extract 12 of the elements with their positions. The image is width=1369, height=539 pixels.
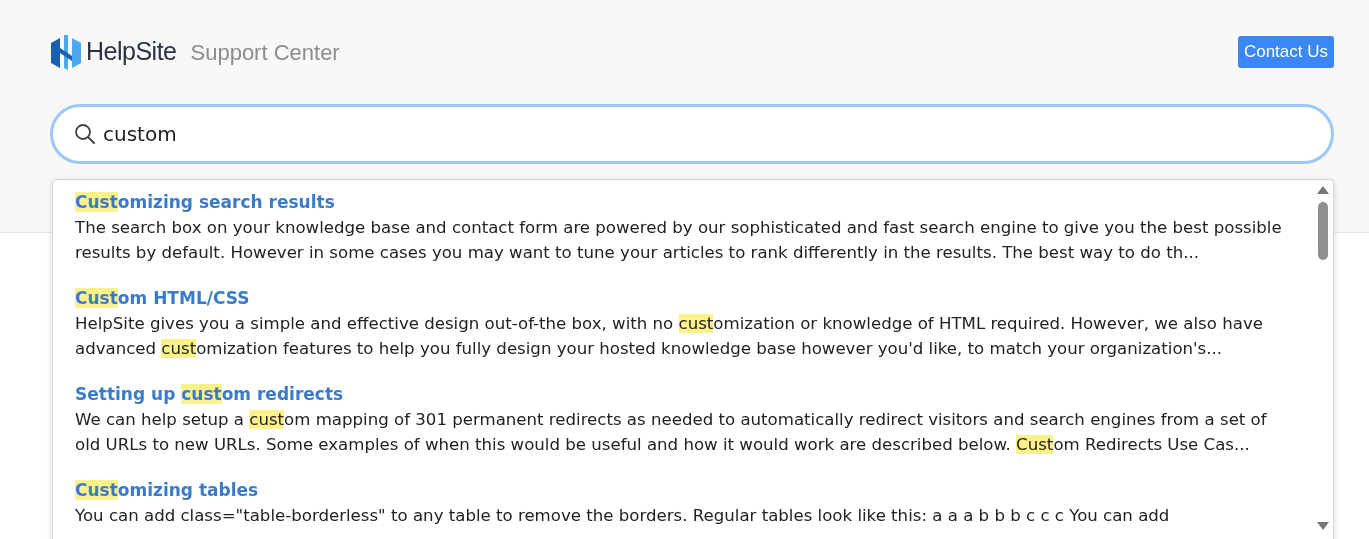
brand-name: HelpSite — [86, 36, 177, 68]
contact-button[interactable]: Contact Us — [1237, 36, 1334, 68]
search-field[interactable]: custom — [50, 104, 1334, 164]
scroll-down-icon[interactable] — [1316, 521, 1330, 531]
result-snippet: The search box on your knowledge base and contact form are powered by our sophisticated and fast search engine to give you the best possible results by default. However in some cases you may want to tune your articles to rank differently in the results. The best way to do th... — [75, 217, 1283, 264]
result-snippet: We can help setup a custom mapping of 301 permanent redirects as needed to automatically redirect visitors and search engines from a set of old URLs to new URLs. Some examples of when this would be useful and how it would work are described below. Custom Redirects Use Cas... — [75, 409, 1268, 456]
logo-icon — [50, 34, 82, 70]
result-snippet: HelpSite gives you a simple and effective design out-of-the box, with no customization or knowledge of HTML required. However, we also have advanced customization features to help you fully design your hosted knowledge base however you'd like, to match your organization's... — [75, 313, 1264, 360]
site-subtitle: Support Center — [190, 38, 340, 67]
scroll-up-icon[interactable] — [1316, 185, 1330, 195]
scrollbar-thumb[interactable] — [1318, 202, 1328, 260]
result-snippet: You can add class="table-borderless" to any table to remove the borders. Regular tables look like this: a a a b b b c c c You can add — [75, 505, 1171, 527]
